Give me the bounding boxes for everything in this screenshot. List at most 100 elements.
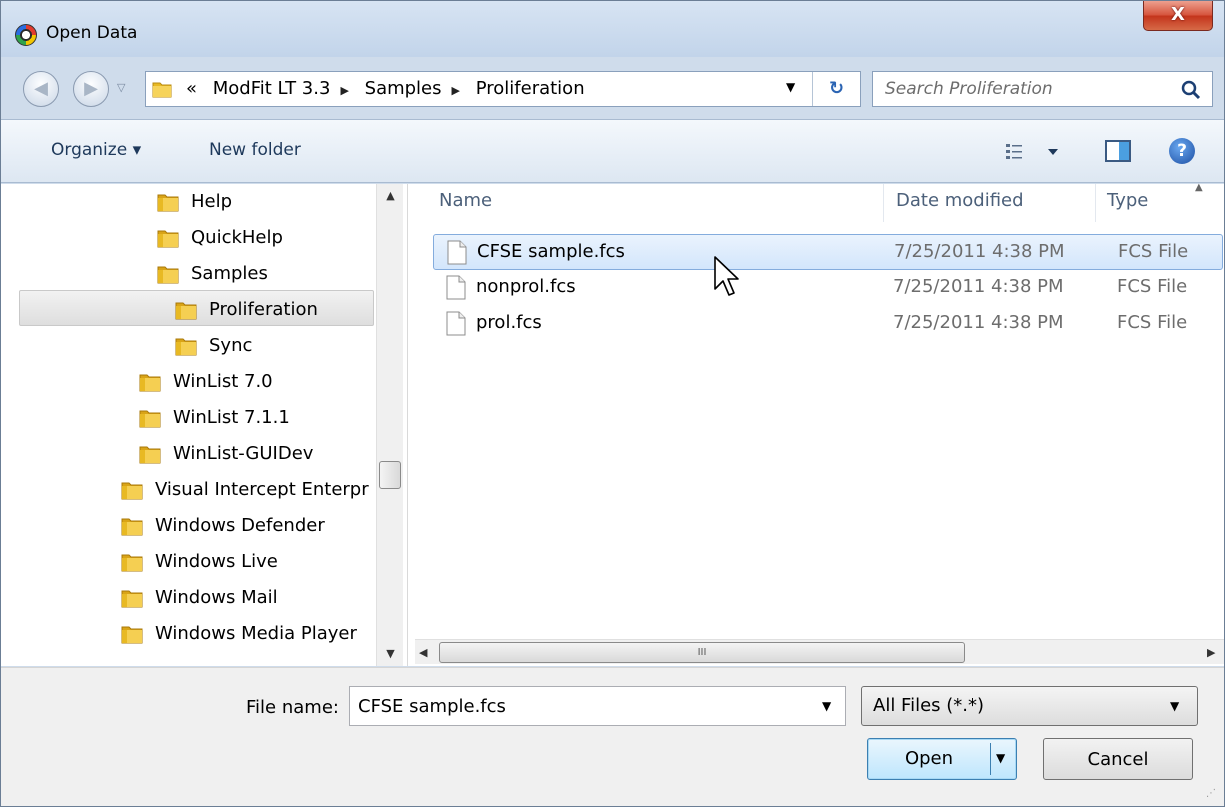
cancel-button[interactable]: Cancel bbox=[1043, 738, 1193, 780]
breadcrumb-proliferation[interactable]: Proliferation bbox=[476, 78, 585, 99]
folder-icon bbox=[175, 336, 197, 356]
file-row[interactable]: CFSE sample.fcs 7/25/2011 4:38 PM FCS File bbox=[433, 234, 1223, 270]
open-data-dialog: Open Data X ◀ ▶ ▽ « ModFit LT 3.3 ▶ Sampl… bbox=[0, 0, 1225, 807]
breadcrumb-samples[interactable]: Samples bbox=[365, 78, 442, 99]
file-name: nonprol.fcs bbox=[476, 276, 576, 297]
address-dropdown-icon[interactable]: ▼ bbox=[786, 80, 795, 94]
tree-item-label: Windows Defender bbox=[155, 515, 325, 536]
file-icon bbox=[446, 275, 466, 300]
search-icon[interactable] bbox=[1179, 78, 1203, 102]
file-type-filter-value: All Files (*.*) bbox=[873, 695, 985, 716]
file-icon bbox=[446, 311, 466, 336]
folder-icon bbox=[157, 264, 179, 284]
close-button[interactable]: X bbox=[1143, 1, 1213, 31]
file-type: FCS File bbox=[1118, 241, 1189, 262]
forward-arrow-icon: ▶ bbox=[84, 78, 98, 99]
address-bar[interactable]: « ModFit LT 3.3 ▶ Samples ▶ Proliferation … bbox=[145, 71, 861, 107]
toolbar: Organize ▾ New folder ? bbox=[1, 119, 1224, 183]
new-folder-button[interactable]: New folder bbox=[209, 140, 301, 160]
tree-item-label: Windows Media Player bbox=[155, 623, 357, 644]
tree-item-label: WinList 7.0 bbox=[173, 371, 273, 392]
folder-icon bbox=[139, 372, 161, 392]
tree-item-label: Windows Mail bbox=[155, 587, 278, 608]
file-list-horizontal-scrollbar[interactable]: ◀ III ▶ bbox=[415, 639, 1224, 664]
tree-item-label: Visual Intercept Enterpr bbox=[155, 479, 369, 500]
folder-icon bbox=[157, 228, 179, 248]
tree-item-label: Windows Live bbox=[155, 551, 278, 572]
tree-item-label: Help bbox=[191, 191, 233, 212]
search-box[interactable] bbox=[872, 71, 1213, 107]
file-date-modified: 7/25/2011 4:38 PM bbox=[893, 276, 1064, 297]
file-date-modified: 7/25/2011 4:38 PM bbox=[894, 241, 1065, 262]
change-view-icon[interactable] bbox=[1004, 139, 1064, 165]
column-header-date-modified[interactable]: Date modified bbox=[896, 190, 1024, 226]
file-row[interactable]: nonprol.fcs 7/25/2011 4:38 PM FCS File bbox=[433, 270, 1223, 306]
file-date-modified: 7/25/2011 4:38 PM bbox=[893, 312, 1064, 333]
open-split-divider bbox=[990, 743, 991, 775]
forward-button[interactable]: ▶ bbox=[73, 71, 109, 107]
breadcrumb: « ModFit LT 3.3 ▶ Samples ▶ Proliferation bbox=[186, 78, 595, 99]
resize-grip-icon[interactable]: ⋰ bbox=[1206, 788, 1216, 799]
file-row[interactable]: prol.fcs 7/25/2011 4:38 PM FCS File bbox=[433, 306, 1223, 342]
app-icon bbox=[15, 24, 37, 46]
scroll-down-icon[interactable]: ▼ bbox=[377, 642, 404, 666]
breadcrumb-arrow-icon[interactable]: ▶ bbox=[340, 84, 348, 97]
tree-item-label: Proliferation bbox=[209, 299, 318, 320]
scroll-up-icon[interactable]: ▲ bbox=[377, 184, 404, 208]
navigation-scrollbar[interactable]: ▲ ▼ bbox=[376, 184, 403, 666]
recent-locations-dropdown-icon[interactable]: ▽ bbox=[117, 81, 125, 94]
refresh-icon[interactable]: ↻ bbox=[812, 72, 860, 106]
sort-ascending-icon: ▲ bbox=[1195, 182, 1203, 193]
file-name-input[interactable] bbox=[356, 695, 806, 718]
back-arrow-icon: ◀ bbox=[34, 78, 48, 99]
search-input[interactable] bbox=[883, 78, 1163, 100]
folder-icon bbox=[152, 82, 172, 98]
tree-item-label: Samples bbox=[191, 263, 268, 284]
back-button[interactable]: ◀ bbox=[23, 71, 59, 107]
breadcrumb-modfit[interactable]: ModFit LT 3.3 bbox=[213, 78, 331, 99]
tree-item-label: WinList-GUIDev bbox=[173, 443, 314, 464]
tree-item-label: QuickHelp bbox=[191, 227, 283, 248]
column-divider[interactable] bbox=[1095, 184, 1096, 222]
scrollbar-thumb[interactable]: III bbox=[439, 642, 965, 663]
scroll-left-icon[interactable]: ◀ bbox=[419, 640, 427, 665]
help-icon[interactable]: ? bbox=[1169, 138, 1195, 164]
column-header-type[interactable]: Type bbox=[1107, 190, 1148, 226]
tree-item-label: WinList 7.1.1 bbox=[173, 407, 290, 428]
file-name: CFSE sample.fcs bbox=[477, 241, 625, 262]
organize-button[interactable]: Organize ▾ bbox=[51, 140, 141, 160]
file-type: FCS File bbox=[1117, 276, 1188, 297]
tree-item-label: Sync bbox=[209, 335, 253, 356]
column-divider[interactable] bbox=[883, 184, 884, 222]
open-button-label: Open bbox=[904, 748, 954, 769]
folder-icon bbox=[121, 588, 143, 608]
title-bar: Open Data X bbox=[1, 1, 1224, 57]
breadcrumb-arrow-icon[interactable]: ▶ bbox=[452, 84, 460, 97]
scrollbar-thumb[interactable] bbox=[379, 461, 401, 489]
mouse-cursor-icon bbox=[714, 256, 739, 296]
open-options-dropdown-icon[interactable]: ▼ bbox=[996, 751, 1005, 765]
file-name: prol.fcs bbox=[476, 312, 542, 333]
file-name-label: File name: bbox=[246, 697, 339, 718]
dialog-footer: File name: ▼ All Files (*.*) ▼ Open ▼ Ca… bbox=[1, 667, 1224, 806]
folder-icon bbox=[139, 444, 161, 464]
folder-icon bbox=[175, 300, 197, 320]
preview-pane-icon[interactable] bbox=[1105, 140, 1131, 162]
column-header-name[interactable]: Name bbox=[439, 190, 492, 226]
breadcrumb-overflow[interactable]: « bbox=[186, 78, 197, 99]
pane-splitter[interactable] bbox=[407, 184, 415, 666]
folder-icon bbox=[121, 516, 143, 536]
chevron-down-icon[interactable]: ▼ bbox=[822, 699, 831, 713]
file-name-combobox[interactable]: ▼ bbox=[349, 686, 846, 726]
open-button[interactable]: Open ▼ bbox=[867, 738, 1017, 780]
folder-icon bbox=[121, 624, 143, 644]
scroll-right-icon[interactable]: ▶ bbox=[1207, 640, 1215, 665]
window-title: Open Data bbox=[46, 23, 138, 43]
navigation-pane: Help QuickHelp Samples Proliferation Sync Win… bbox=[1, 184, 407, 666]
file-list: Name Date modified Type ▲ CFSE sample.fc… bbox=[415, 182, 1224, 666]
folder-icon bbox=[121, 480, 143, 500]
file-type-filter-select[interactable]: All Files (*.*) ▼ bbox=[861, 686, 1198, 726]
file-type: FCS File bbox=[1117, 312, 1188, 333]
chevron-down-icon[interactable]: ▼ bbox=[1170, 699, 1179, 713]
folder-icon bbox=[121, 552, 143, 572]
